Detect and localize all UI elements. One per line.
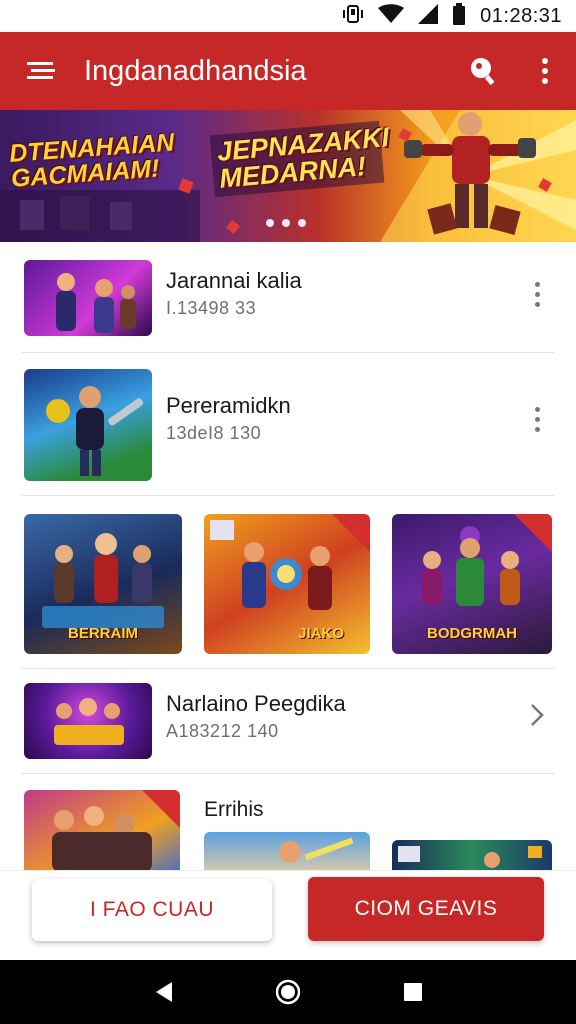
signal-icon <box>418 3 439 29</box>
app-screen: 01:28:31 Ingdanadhandsia DTENAHAIAN GACM… <box>0 0 576 1024</box>
list-item-thumbnail <box>24 260 152 336</box>
vibrate-icon <box>342 3 364 30</box>
list-item-title: Narlaino Peegdika <box>166 691 346 716</box>
back-icon <box>155 982 172 1002</box>
corner-badge <box>514 514 552 552</box>
pager-dot[interactable] <box>298 219 306 227</box>
home-button[interactable] <box>266 970 310 1014</box>
home-icon <box>275 979 301 1005</box>
list-item[interactable]: Narlaino Peegdika A183212 140 <box>0 669 576 773</box>
card-caption: BODGRMAH <box>427 625 517 642</box>
secondary-action-button[interactable]: I FAO CUAU <box>32 879 272 941</box>
chevron-right-icon <box>531 704 544 726</box>
card-caption: JIAKO <box>298 625 344 642</box>
system-nav-bar <box>0 960 576 1024</box>
more-options-button[interactable] <box>522 274 552 314</box>
back-button[interactable] <box>141 970 185 1014</box>
chevron-right-button[interactable] <box>522 695 552 735</box>
list-item-thumbnail <box>24 683 152 759</box>
list-item[interactable]: Pereramidkn 13deI8 130 <box>0 353 576 495</box>
wifi-icon <box>378 3 405 29</box>
search-button[interactable] <box>452 32 514 110</box>
search-icon <box>471 58 495 86</box>
section-title: Errihis <box>204 798 264 821</box>
section-card-thumbnail[interactable] <box>392 840 552 870</box>
more-vert-icon <box>534 281 540 287</box>
pager-dot[interactable] <box>282 219 290 227</box>
more-vert-icon <box>542 58 548 84</box>
section-thumbnail[interactable] <box>24 790 180 870</box>
content-feed: Jarannai kalia I.13498 33 Pereramidkn 13… <box>0 242 576 870</box>
primary-action-button[interactable]: CIOM GEAVIS <box>308 877 544 941</box>
divider <box>22 773 554 774</box>
more-vert-icon <box>534 406 540 412</box>
divider <box>22 495 554 496</box>
list-item-title: Jarannai kalia <box>166 268 302 293</box>
list-item-title: Pereramidkn <box>166 393 291 418</box>
corner-badge <box>142 790 180 828</box>
banner-pager <box>266 219 306 227</box>
list-item-thumbnail <box>24 369 152 481</box>
list-item-subtitle: I.13498 33 <box>166 298 257 318</box>
pager-dot[interactable] <box>266 219 274 227</box>
section-card-thumbnail[interactable] <box>204 832 370 870</box>
game-card[interactable]: BERRAIM <box>24 514 182 654</box>
more-options-button[interactable] <box>522 399 552 439</box>
card-caption: BERRAIM <box>68 625 138 642</box>
status-time: 01:28:31 <box>480 4 562 27</box>
corner-badge <box>332 514 370 552</box>
list-item-subtitle: A183212 140 <box>166 721 279 741</box>
game-card[interactable]: JIAKO <box>204 514 370 654</box>
list-item-subtitle: 13deI8 130 <box>166 423 262 443</box>
recents-button[interactable] <box>391 970 435 1014</box>
app-bar: Ingdanadhandsia <box>0 32 576 110</box>
recents-icon <box>404 983 423 1001</box>
battery-icon <box>452 2 466 30</box>
banner-headline-left: DTENAHAIAN GACMAIAM! <box>8 128 176 193</box>
bottom-action-bar: I FAO CUAU CIOM GEAVIS <box>0 870 576 960</box>
menu-button[interactable] <box>0 32 84 110</box>
overflow-menu-button[interactable] <box>514 32 576 110</box>
game-card[interactable]: BODGRMAH <box>392 514 552 654</box>
menu-icon <box>27 62 55 79</box>
status-bar: 01:28:31 <box>0 0 576 32</box>
list-item[interactable]: Jarannai kalia I.13498 33 <box>0 242 576 352</box>
app-title: Ingdanadhandsia <box>84 54 307 87</box>
